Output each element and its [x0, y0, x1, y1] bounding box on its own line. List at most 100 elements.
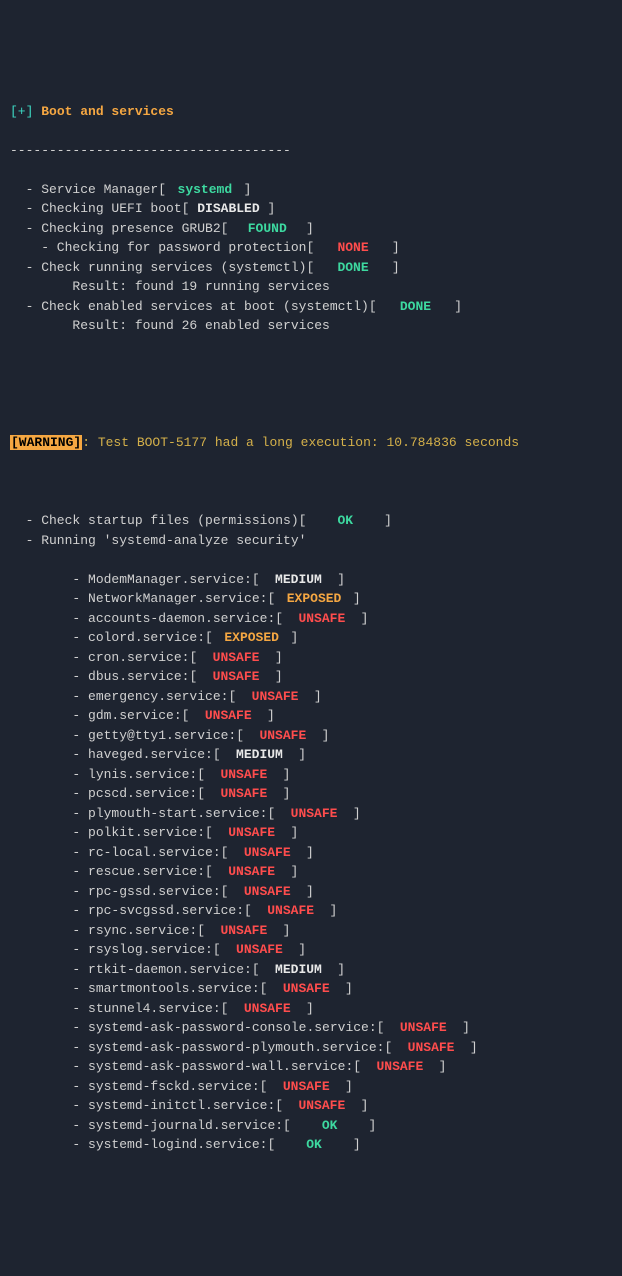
check-line-label: - Service Manager — [10, 180, 158, 200]
service-name: - lynis.service: — [10, 765, 197, 785]
service-name: - systemd-journald.service: — [10, 1116, 283, 1136]
service-name: - getty@tty1.service: — [10, 726, 236, 746]
service-name: - pcscd.service: — [10, 784, 197, 804]
check-line: - Checking presence GRUB2[ FOUND ] — [10, 219, 612, 239]
check-line-label: - Check enabled services at boot (system… — [10, 297, 369, 317]
service-line: - getty@tty1.service:[ UNSAFE ] — [10, 726, 612, 746]
service-name: - rsyslog.service: — [10, 940, 213, 960]
blank-line — [10, 355, 612, 375]
service-line: - systemd-ask-password-console.service:[… — [10, 1018, 612, 1038]
service-line: - colord.service:[ EXPOSED ] — [10, 628, 612, 648]
check-line-label: - Checking presence GRUB2 — [10, 219, 221, 239]
divider: ------------------------------------ — [10, 141, 612, 161]
check-line: - Service Manager[ systemd ] — [10, 180, 612, 200]
service-name: - rsync.service: — [10, 921, 197, 941]
service-line: - rpc-svcgssd.service:[ UNSAFE ] — [10, 901, 612, 921]
service-line: - rc-local.service:[ UNSAFE ] — [10, 843, 612, 863]
service-line: - accounts-daemon.service:[ UNSAFE ] — [10, 609, 612, 629]
status-value: UNSAFE — [260, 901, 322, 921]
service-name: - stunnel4.service: — [10, 999, 221, 1019]
status-value: UNSAFE — [213, 765, 275, 785]
status-value: OK — [283, 1135, 345, 1155]
service-name: - NetworkManager.service: — [10, 589, 267, 609]
service-line: - plymouth-start.service:[ UNSAFE ] — [10, 804, 612, 824]
status-value: UNSAFE — [236, 999, 298, 1019]
check-line: - Running 'systemd-analyze security' — [10, 531, 612, 551]
service-name: - systemd-initctl.service: — [10, 1096, 275, 1116]
check-line: - Check startup files (permissions)[ OK … — [10, 511, 612, 531]
service-line: - emergency.service:[ UNSAFE ] — [10, 687, 612, 707]
service-line: - gdm.service:[ UNSAFE ] — [10, 706, 612, 726]
check-line: Result: found 26 enabled services — [10, 316, 612, 336]
section-prefix: [+] — [10, 104, 33, 119]
terminal-output: [+] Boot and services ------------------… — [10, 82, 612, 1174]
status-value: DONE — [322, 258, 384, 278]
service-name: - colord.service: — [10, 628, 205, 648]
status-value: DONE — [384, 297, 446, 317]
service-line: - NetworkManager.service:[ EXPOSED ] — [10, 589, 612, 609]
status-value: UNSAFE — [252, 726, 314, 746]
status-value: OK — [314, 511, 376, 531]
service-line: - rtkit-daemon.service:[ MEDIUM ] — [10, 960, 612, 980]
service-name: - cron.service: — [10, 648, 189, 668]
service-line: - systemd-journald.service:[ OK ] — [10, 1116, 612, 1136]
service-name: - systemd-ask-password-wall.service: — [10, 1057, 353, 1077]
service-line: - rescue.service:[ UNSAFE ] — [10, 862, 612, 882]
check-line: - Checking for password protection[ NONE… — [10, 238, 612, 258]
check-line-label: - Check startup files (permissions) — [10, 511, 299, 531]
service-line: - polkit.service:[ UNSAFE ] — [10, 823, 612, 843]
check-line-label: - Running 'systemd-analyze security' — [10, 531, 306, 551]
service-line: - dbus.service:[ UNSAFE ] — [10, 667, 612, 687]
service-name: - rtkit-daemon.service: — [10, 960, 252, 980]
status-value: UNSAFE — [213, 784, 275, 804]
check-line-label: - Checking for password protection — [10, 238, 306, 258]
status-value: UNSAFE — [228, 940, 290, 960]
status-value: UNSAFE — [283, 804, 345, 824]
service-name: - rescue.service: — [10, 862, 205, 882]
warning-tag: [WARNING] — [10, 435, 82, 450]
service-line: - cron.service:[ UNSAFE ] — [10, 648, 612, 668]
status-value: MEDIUM — [267, 570, 329, 590]
service-name: - smartmontools.service: — [10, 979, 260, 999]
service-name: - dbus.service: — [10, 667, 189, 687]
status-value: UNSAFE — [197, 706, 259, 726]
warning-line: [WARNING]: Test BOOT-5177 had a long exe… — [10, 433, 612, 453]
status-value: UNSAFE — [275, 979, 337, 999]
service-line: - rsync.service:[ UNSAFE ] — [10, 921, 612, 941]
status-value: UNSAFE — [291, 609, 353, 629]
status-value: UNSAFE — [291, 1096, 353, 1116]
section-header: [+] Boot and services — [10, 102, 612, 122]
service-name: - ModemManager.service: — [10, 570, 252, 590]
status-value: MEDIUM — [267, 960, 329, 980]
section-title: Boot and services — [41, 104, 174, 119]
status-value: UNSAFE — [205, 648, 267, 668]
service-name: - gdm.service: — [10, 706, 182, 726]
check-line-label: - Checking UEFI boot — [10, 199, 182, 219]
service-line: - pcscd.service:[ UNSAFE ] — [10, 784, 612, 804]
status-value: UNSAFE — [221, 862, 283, 882]
warning-text: : Test BOOT-5177 had a long execution: 1… — [82, 435, 519, 450]
service-line: - lynis.service:[ UNSAFE ] — [10, 765, 612, 785]
service-name: - systemd-logind.service: — [10, 1135, 267, 1155]
check-line: - Check running services (systemctl)[ DO… — [10, 258, 612, 278]
service-line: - systemd-fsckd.service:[ UNSAFE ] — [10, 1077, 612, 1097]
blank-line — [10, 472, 612, 492]
service-name: - systemd-ask-password-console.service: — [10, 1018, 377, 1038]
check-line: - Checking UEFI boot[ DISABLED ] — [10, 199, 612, 219]
service-line: - rpc-gssd.service:[ UNSAFE ] — [10, 882, 612, 902]
status-value: DISABLED — [197, 199, 259, 219]
service-line: - ModemManager.service:[ MEDIUM ] — [10, 570, 612, 590]
status-value: UNSAFE — [275, 1077, 337, 1097]
status-value: UNSAFE — [236, 882, 298, 902]
service-name: - plymouth-start.service: — [10, 804, 267, 824]
service-name: - accounts-daemon.service: — [10, 609, 275, 629]
service-name: - rc-local.service: — [10, 843, 221, 863]
service-line: - systemd-logind.service:[ OK ] — [10, 1135, 612, 1155]
check-line-label: Result: found 19 running services — [10, 277, 330, 297]
status-value: FOUND — [236, 219, 298, 239]
check-line-label: - Check running services (systemctl) — [10, 258, 306, 278]
status-value: systemd — [174, 180, 236, 200]
status-value: UNSAFE — [213, 921, 275, 941]
status-value: UNSAFE — [244, 687, 306, 707]
service-name: - polkit.service: — [10, 823, 205, 843]
